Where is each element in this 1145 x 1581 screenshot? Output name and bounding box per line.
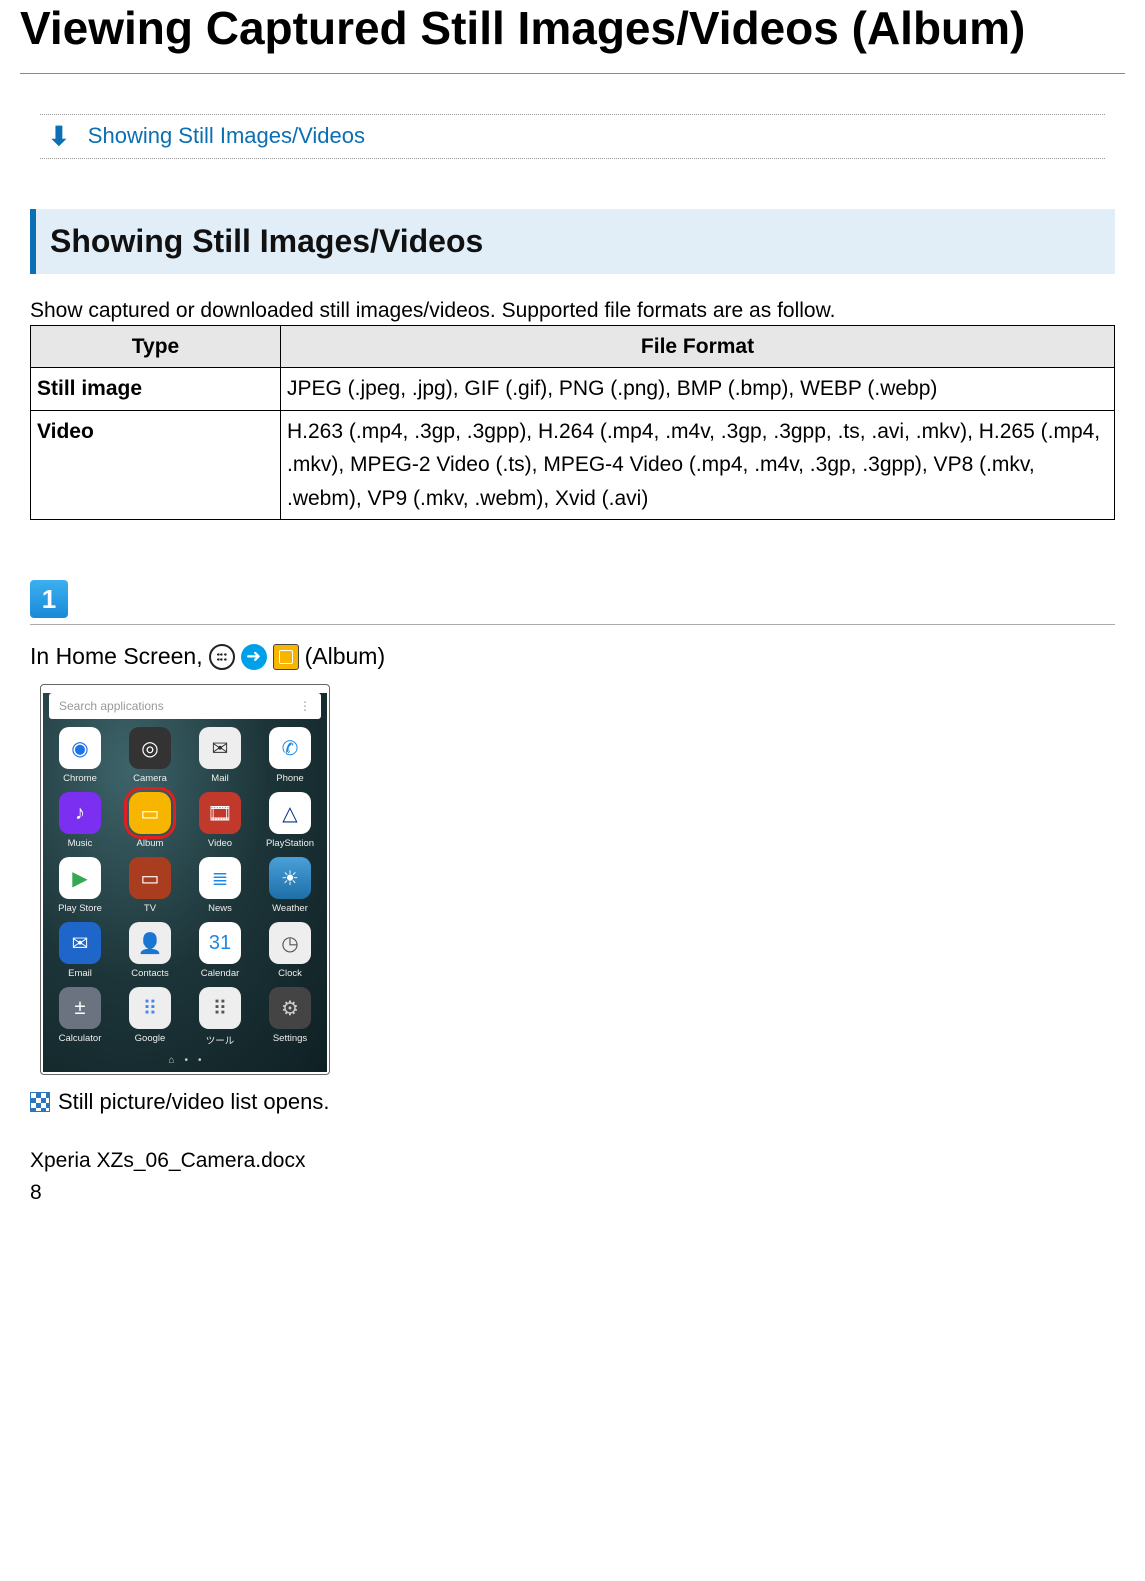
app-icon: 🎞 (199, 792, 241, 834)
app-label: Email (68, 968, 92, 979)
app-label: Video (208, 838, 232, 849)
app-icon: ▭ (129, 857, 171, 899)
app-icon: ◎ (129, 727, 171, 769)
app-icon: ✆ (269, 727, 311, 769)
footer-page-number: 8 (30, 1177, 1125, 1209)
app-label: Chrome (63, 773, 97, 784)
app-icon: △ (269, 792, 311, 834)
app-label: Calculator (59, 1033, 102, 1044)
section-heading-text: Showing Still Images/Videos (50, 223, 1101, 260)
app-label: ツール (206, 1033, 235, 1047)
app-label: News (208, 903, 232, 914)
app-label: Weather (272, 903, 308, 914)
app-cell: ☀ Weather (257, 857, 323, 914)
cell-type: Still image (31, 368, 281, 411)
step-rule (30, 624, 1115, 625)
app-cell: ◉ Chrome (47, 727, 113, 784)
album-icon (273, 644, 299, 670)
app-cell: ≣ News (187, 857, 253, 914)
app-icon: ✉ (59, 922, 101, 964)
app-label: Contacts (131, 968, 169, 979)
app-label: Music (68, 838, 93, 849)
app-icon: ⠿ (199, 987, 241, 1029)
app-cell: ◎ Camera (117, 727, 183, 784)
cell-format: JPEG (.jpeg, .jpg), GIF (.gif), PNG (.pn… (281, 368, 1115, 411)
page-title: Viewing Captured Still Images/Videos (Al… (20, 0, 1125, 73)
app-cell: ▭ Album (117, 792, 183, 849)
app-icon: ◉ (59, 727, 101, 769)
th-type: Type (31, 325, 281, 368)
app-label: Camera (133, 773, 167, 784)
th-format: File Format (281, 325, 1115, 368)
app-icon: ☀ (269, 857, 311, 899)
app-label: Play Store (58, 903, 102, 914)
app-cell: ✆ Phone (257, 727, 323, 784)
app-cell: 👤 Contacts (117, 922, 183, 979)
formats-table: Type File Format Still image JPEG (.jpeg… (30, 325, 1115, 521)
app-icon: ✉ (199, 727, 241, 769)
app-icon: ≣ (199, 857, 241, 899)
app-icon: ⠿ (129, 987, 171, 1029)
app-icon: ♪ (59, 792, 101, 834)
nav-dots: ⌂•• (43, 1055, 327, 1066)
app-label: Clock (278, 968, 302, 979)
app-cell: ♪ Music (47, 792, 113, 849)
app-icon: ± (59, 987, 101, 1029)
table-row: Still image JPEG (.jpeg, .jpg), GIF (.gi… (31, 368, 1115, 411)
app-label: Calendar (201, 968, 240, 979)
app-label: PlayStation (266, 838, 314, 849)
app-label: Album (137, 838, 164, 849)
app-icon: ▶ (59, 857, 101, 899)
step-1-badge: 1 (30, 580, 68, 618)
app-cell: 31 Calendar (187, 922, 253, 979)
search-bar: Search applications ⋮ (49, 693, 321, 719)
kebab-menu-icon: ⋮ (299, 699, 311, 713)
app-icon: ▭ (129, 792, 171, 834)
app-cell: ◷ Clock (257, 922, 323, 979)
app-icon: ◷ (269, 922, 311, 964)
app-cell: ▶ Play Store (47, 857, 113, 914)
app-cell: ± Calculator (47, 987, 113, 1047)
result: Still picture/video list opens. (30, 1089, 1115, 1115)
step-text-suffix: (Album) (305, 643, 386, 670)
footer-filename: Xperia XZs_06_Camera.docx (30, 1145, 1125, 1177)
table-row: Video H.263 (.mp4, .3gp, .3gpp), H.264 (… (31, 410, 1115, 520)
section-intro: Show captured or downloaded still images… (30, 299, 1115, 323)
app-cell: ▭ TV (117, 857, 183, 914)
app-cell: ✉ Email (47, 922, 113, 979)
app-label: Google (135, 1033, 166, 1044)
app-cell: ✉ Mail (187, 727, 253, 784)
section-heading: Showing Still Images/Videos (30, 209, 1115, 274)
search-placeholder: Search applications (59, 699, 164, 713)
result-icon (30, 1092, 50, 1112)
app-icon: 👤 (129, 922, 171, 964)
app-cell: △ PlayStation (257, 792, 323, 849)
cell-type: Video (31, 410, 281, 520)
phone-screenshot: Search applications ⋮ ◉ Chrome ◎ Camera ✉ Mai… (40, 684, 330, 1075)
app-cell: 🎞 Video (187, 792, 253, 849)
app-icon: ⚙ (269, 987, 311, 1029)
apps-icon (209, 644, 235, 670)
app-cell: ⠿ ツール (187, 987, 253, 1047)
toc-link-showing[interactable]: Showing Still Images/Videos (88, 123, 365, 149)
arrow-right-icon: ➜ (241, 644, 267, 670)
result-text: Still picture/video list opens. (58, 1089, 329, 1115)
app-cell: ⠿ Google (117, 987, 183, 1047)
app-label: TV (144, 903, 156, 914)
down-arrow-icon: ⬇ (48, 121, 70, 152)
app-cell: ⚙ Settings (257, 987, 323, 1047)
step-1-instruction: In Home Screen, ➜ (Album) (30, 643, 1115, 670)
app-label: Phone (276, 773, 303, 784)
title-rule (20, 73, 1125, 74)
app-label: Mail (211, 773, 228, 784)
cell-format: H.263 (.mp4, .3gp, .3gpp), H.264 (.mp4, … (281, 410, 1115, 520)
app-icon: 31 (199, 922, 241, 964)
app-label: Settings (273, 1033, 307, 1044)
toc: ⬇ Showing Still Images/Videos (40, 114, 1105, 159)
step-text-prefix: In Home Screen, (30, 643, 203, 670)
